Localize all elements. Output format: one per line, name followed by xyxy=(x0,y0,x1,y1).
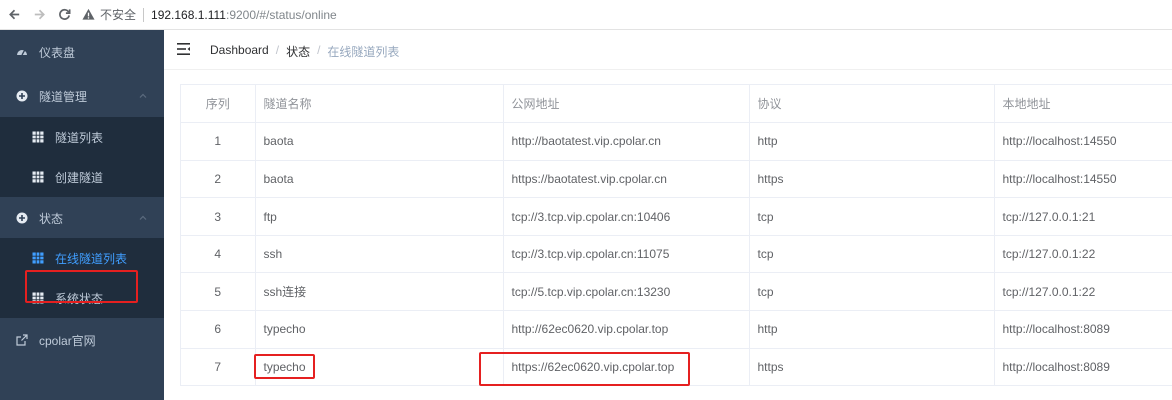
sidebar: 仪表盘 隧道管理 隧道列表 创建隧道 状态 在线隧道列表 系统状态 cpolar… xyxy=(0,30,164,400)
cell-name: baota xyxy=(255,122,504,161)
annotation-box-name xyxy=(254,354,315,379)
address-bar[interactable]: 不安全 192.168.1.111:9200/#/status/online xyxy=(81,4,337,26)
cell-protocol: tcp xyxy=(749,235,995,274)
cell-public-url: https://baotatest.vip.cpolar.cn xyxy=(503,160,750,199)
plus-circle-icon xyxy=(15,212,28,225)
table-row: 6 typecho http://62ec0620.vip.cpolar.top… xyxy=(181,310,1172,349)
table-row: 4 ssh tcp://3.tcp.vip.cpolar.cn:11075 tc… xyxy=(181,235,1172,274)
sidebar-item-label: cpolar官网 xyxy=(39,333,96,348)
cell-protocol: http xyxy=(749,310,995,349)
cell-local-address: http://localhost:14550 xyxy=(994,122,1172,161)
cell-local-address: http://localhost:8089 xyxy=(994,310,1172,349)
back-icon[interactable] xyxy=(3,4,25,26)
sidebar-item-label: 隧道列表 xyxy=(55,130,104,145)
external-link-icon xyxy=(15,334,28,347)
cell-public-url: http://62ec0620.vip.cpolar.top xyxy=(503,310,750,349)
cell-index: 4 xyxy=(181,235,256,274)
insecure-label[interactable]: 不安全 xyxy=(100,6,136,23)
grid-icon xyxy=(31,171,44,184)
online-tunnels-table: 序列 隧道名称 公网地址 协议 本地地址 1 baota http://baot… xyxy=(180,84,1172,386)
sidebar-item-label: 隧道管理 xyxy=(39,89,88,104)
cell-protocol: tcp xyxy=(749,272,995,312)
chevron-up-icon[interactable] xyxy=(138,91,148,101)
url-divider xyxy=(143,7,145,22)
cell-local-address: tcp://127.0.0.1:22 xyxy=(994,272,1172,312)
cell-index: 3 xyxy=(181,197,256,236)
cell-index: 1 xyxy=(181,122,256,161)
cell-public-url: tcp://3.tcp.vip.cpolar.cn:11075 xyxy=(503,235,750,274)
url-path[interactable]: :9200/#/status/online xyxy=(226,8,337,22)
forward-icon[interactable] xyxy=(28,4,50,26)
cell-local-address: http://localhost:14550 xyxy=(994,160,1172,199)
cell-local-address: tcp://127.0.0.1:22 xyxy=(994,235,1172,274)
table-header-row: 序列 隧道名称 公网地址 协议 本地地址 xyxy=(181,85,1172,124)
cell-protocol: http xyxy=(749,122,995,161)
column-header-public-url: 公网地址 xyxy=(503,85,750,124)
warning-icon[interactable] xyxy=(81,8,95,22)
breadcrumb-status[interactable]: 状态 xyxy=(286,43,310,60)
breadcrumb-separator: / xyxy=(317,43,321,57)
breadcrumb: Dashboard / 状态 / 在线隧道列表 xyxy=(210,43,399,60)
dashboard-icon xyxy=(15,46,28,59)
reload-icon[interactable] xyxy=(53,4,75,26)
cell-public-url: tcp://3.tcp.vip.cpolar.cn:10406 xyxy=(503,197,750,236)
sidebar-item-status[interactable]: 状态 xyxy=(0,198,164,238)
grid-icon xyxy=(31,252,44,265)
url-host[interactable]: 192.168.1.111 xyxy=(151,8,226,22)
table-row: 5 ssh连接 tcp://5.tcp.vip.cpolar.cn:13230 … xyxy=(181,272,1172,312)
column-header-protocol: 协议 xyxy=(749,85,995,124)
cell-public-url: tcp://5.tcp.vip.cpolar.cn:13230 xyxy=(503,272,750,312)
grid-icon xyxy=(31,131,44,144)
column-header-index: 序列 xyxy=(181,85,256,124)
sidebar-item-label: 创建隧道 xyxy=(55,170,104,185)
cell-name: ssh xyxy=(255,235,504,274)
chevron-up-icon[interactable] xyxy=(138,213,148,223)
sidebar-item-tunnel-list[interactable]: 隧道列表 xyxy=(0,117,164,157)
breadcrumb-current: 在线隧道列表 xyxy=(327,45,400,59)
cell-name: typecho xyxy=(255,310,504,349)
annotation-box-url xyxy=(479,352,690,386)
sidebar-item-dashboard[interactable]: 仪表盘 xyxy=(0,32,164,72)
cell-protocol: https xyxy=(749,348,995,386)
cell-name: baota xyxy=(255,160,504,199)
plus-circle-icon xyxy=(15,90,28,103)
breadcrumb-separator: / xyxy=(275,43,280,57)
sidebar-item-create-tunnel[interactable]: 创建隧道 xyxy=(0,157,164,197)
navbar: Dashboard / 状态 / 在线隧道列表 xyxy=(164,30,1172,70)
cell-name: ssh连接 xyxy=(255,272,504,312)
cell-public-url: http://baotatest.vip.cpolar.cn xyxy=(503,122,750,161)
cell-index: 6 xyxy=(181,310,256,349)
sidebar-item-label: 状态 xyxy=(39,211,64,226)
cell-index: 2 xyxy=(181,160,256,199)
breadcrumb-dashboard[interactable]: Dashboard xyxy=(210,43,269,60)
cell-name: ftp xyxy=(255,197,504,236)
column-header-local-address: 本地地址 xyxy=(994,85,1172,124)
annotation-highlight-box xyxy=(25,270,138,303)
sidebar-item-tunnel-management[interactable]: 隧道管理 xyxy=(0,76,164,116)
cell-local-address: http://localhost:8089 xyxy=(994,348,1172,386)
hamburger-icon[interactable] xyxy=(177,42,191,56)
sidebar-item-cpolar-website[interactable]: cpolar官网 xyxy=(0,320,164,360)
column-header-name: 隧道名称 xyxy=(255,85,504,124)
browser-toolbar: 不安全 192.168.1.111:9200/#/status/online xyxy=(0,0,1172,30)
cell-index: 7 xyxy=(181,348,256,386)
cell-protocol: https xyxy=(749,160,995,199)
cell-index: 5 xyxy=(181,272,256,312)
sidebar-item-label: 在线隧道列表 xyxy=(55,251,128,266)
cell-local-address: tcp://127.0.0.1:21 xyxy=(994,197,1172,236)
table-row: 1 baota http://baotatest.vip.cpolar.cn h… xyxy=(181,122,1172,161)
sidebar-item-label: 仪表盘 xyxy=(39,45,76,60)
table-row: 2 baota https://baotatest.vip.cpolar.cn … xyxy=(181,160,1172,199)
cell-protocol: tcp xyxy=(749,197,995,236)
table-row: 3 ftp tcp://3.tcp.vip.cpolar.cn:10406 tc… xyxy=(181,197,1172,236)
